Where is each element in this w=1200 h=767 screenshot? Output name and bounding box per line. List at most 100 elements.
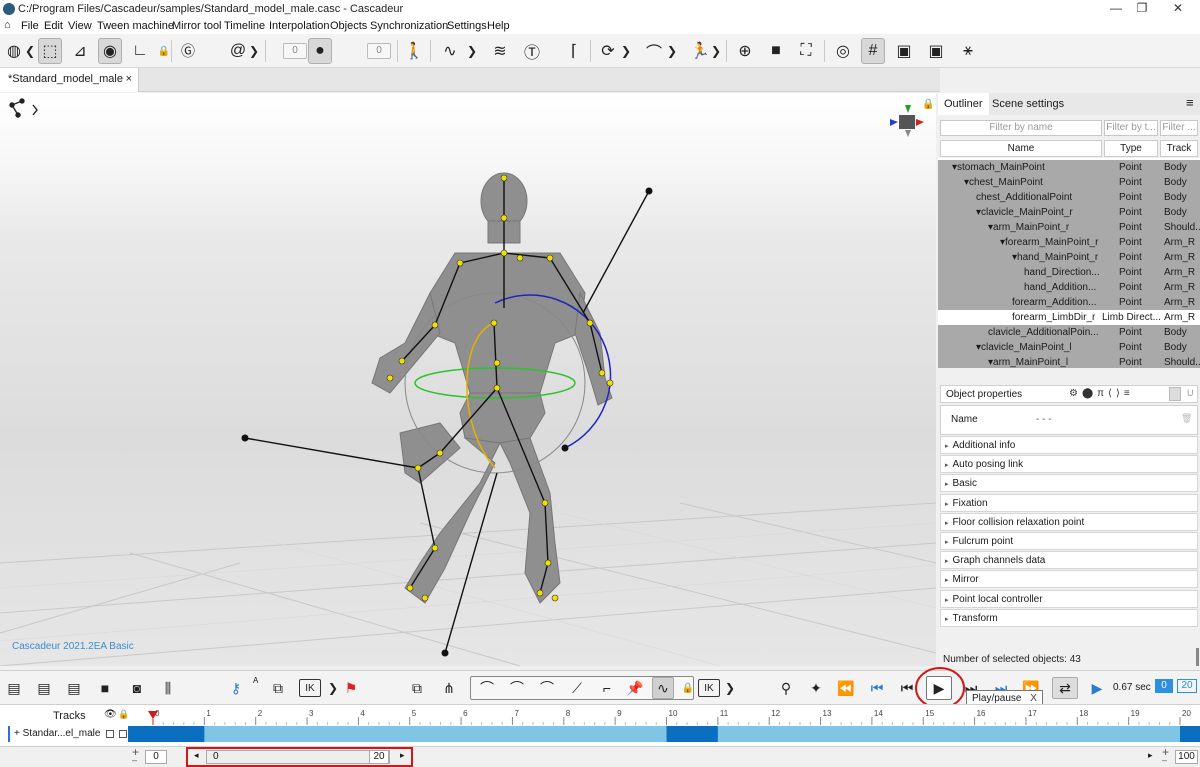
- flag-icon[interactable]: ⚑: [340, 677, 362, 699]
- add-track-icon[interactable]: ▤: [3, 677, 25, 699]
- rect-select-icon[interactable]: ⬚: [38, 38, 62, 64]
- column-name[interactable]: Name: [940, 140, 1102, 157]
- outliner-row[interactable]: chest_AdditionalPoint Point Body: [938, 190, 1200, 205]
- lock-icon[interactable]: 🔒: [152, 38, 176, 64]
- fix-icon[interactable]: ≋: [488, 38, 512, 64]
- outliner-row[interactable]: ▾clavicle_MainPoint_l Point Body: [938, 340, 1200, 355]
- keyframe-block[interactable]: [128, 726, 205, 742]
- range-left-arrow[interactable]: ◂: [194, 750, 199, 761]
- axis-icon[interactable]: ∟: [128, 38, 152, 64]
- zoom-field[interactable]: 100: [1175, 750, 1198, 764]
- range-right-arrow[interactable]: ▸: [400, 750, 405, 761]
- interp-lock-icon[interactable]: 🔒: [677, 677, 699, 699]
- split-icon[interactable]: ⫼: [157, 677, 179, 699]
- track-visibility-checkbox[interactable]: [106, 730, 114, 738]
- menu-settings[interactable]: Settings: [447, 20, 487, 32]
- menu-edit[interactable]: Edit: [44, 20, 63, 32]
- property-section[interactable]: ▸ Auto posing link: [940, 455, 1198, 474]
- jump-icon[interactable]: ⌒: [642, 38, 666, 64]
- menu-view[interactable]: View: [68, 20, 92, 32]
- pin-icon[interactable]: 📌: [624, 677, 646, 699]
- spiral-2-icon[interactable]: ◎: [831, 38, 855, 64]
- pin-star-icon[interactable]: ✦: [805, 677, 827, 699]
- frame-fit-icon[interactable]: ⧉: [267, 677, 289, 699]
- range-end-field[interactable]: 20: [369, 750, 389, 764]
- add-track-2-icon[interactable]: ▤: [33, 677, 55, 699]
- ik-fk-button-2[interactable]: IK: [698, 679, 720, 697]
- loop-icon[interactable]: ⟳: [596, 38, 620, 64]
- zoom-minus-icon[interactable]: –: [1162, 755, 1167, 765]
- property-section[interactable]: ▸ Fulcrum point: [940, 532, 1198, 550]
- 3d-viewport[interactable]: 🔒 Cascadeur 2021.2EA Basic: [0, 93, 936, 666]
- wave-icon[interactable]: ∿: [652, 677, 674, 699]
- menu-tween-machine[interactable]: Tween machine: [97, 20, 174, 32]
- filter-by-type-input[interactable]: Filter by t...: [1104, 120, 1158, 136]
- outliner-row[interactable]: hand_Addition... Point Arm_R: [938, 280, 1200, 295]
- menu-file[interactable]: File: [21, 20, 39, 32]
- menu-help[interactable]: Help: [487, 20, 510, 32]
- tab-outliner[interactable]: Outliner: [938, 93, 989, 115]
- property-filter-icons[interactable]: ⚙⬤π⟨⟩≡: [1069, 388, 1134, 399]
- value-field-left[interactable]: 0: [283, 43, 307, 59]
- text-tool-icon[interactable]: Ⓣ: [520, 38, 544, 64]
- character-pose-icon[interactable]: 🚶: [402, 38, 426, 64]
- unlock-toggle[interactable]: U: [1187, 388, 1194, 398]
- play-from-start-icon[interactable]: ▶: [1086, 677, 1108, 699]
- grid-icon[interactable]: #: [861, 38, 885, 64]
- axis-move-icon[interactable]: ⊿: [68, 38, 92, 64]
- track-name[interactable]: + Standar...el_male: [14, 728, 100, 739]
- property-section[interactable]: ▸ Basic: [940, 474, 1198, 493]
- name-value[interactable]: - - -: [1036, 414, 1052, 425]
- keyframe-block[interactable]: [1180, 726, 1200, 742]
- lock-move-icon[interactable]: ⚲: [775, 677, 797, 699]
- viewport-lock-icon[interactable]: 🔒: [922, 99, 934, 110]
- visibility-icon[interactable]: 👁: [104, 709, 117, 720]
- range-start-field[interactable]: 0: [145, 750, 167, 764]
- skeleton-icon[interactable]: ⚹: [956, 38, 980, 64]
- outliner-row[interactable]: clavicle_AdditionalPoin... Point Body: [938, 325, 1200, 340]
- transform-mode-icon[interactable]: [9, 98, 38, 118]
- property-section[interactable]: ▸ Mirror: [940, 570, 1198, 589]
- splitter-handle[interactable]: [1196, 648, 1199, 666]
- ik-handles[interactable]: [241, 187, 653, 657]
- remove-track-icon[interactable]: ▤: [63, 677, 85, 699]
- filter-by-name-input[interactable]: Filter by name: [940, 120, 1102, 136]
- spiral-icon[interactable]: @: [226, 38, 250, 64]
- restore-button[interactable]: ❐: [1122, 1, 1162, 17]
- end-frame-field[interactable]: 20: [1177, 679, 1197, 693]
- range-minus-icon[interactable]: –: [132, 755, 137, 765]
- filter-by-track-input[interactable]: Filter ...: [1160, 120, 1198, 136]
- current-frame-field[interactable]: 0: [1155, 679, 1173, 693]
- home-icon[interactable]: ⌂: [4, 19, 11, 31]
- bezier-c-icon[interactable]: ⌒: [536, 677, 558, 699]
- chevron-right-icon[interactable]: ❯: [248, 38, 260, 64]
- focus-icon[interactable]: ⛶: [794, 38, 818, 64]
- chevron-right-icon-4[interactable]: ❯: [666, 38, 678, 64]
- zoom-right-arrow[interactable]: ▸: [1148, 750, 1153, 761]
- chevron-right-icon-5[interactable]: ❯: [710, 38, 722, 64]
- chevron-right-icon-7[interactable]: ❯: [719, 677, 741, 699]
- column-track[interactable]: Track: [1160, 140, 1198, 157]
- property-section[interactable]: ▸ Graph channels data: [940, 551, 1198, 570]
- panel-menu-icon[interactable]: ≡: [1180, 93, 1200, 115]
- chevron-right-icon-2[interactable]: ❯: [466, 38, 478, 64]
- close-window-button[interactable]: ✕: [1158, 1, 1198, 17]
- bezier-v-icon[interactable]: ⌒: [506, 677, 528, 699]
- layers-2-icon[interactable]: ▣: [924, 38, 948, 64]
- camera-icon[interactable]: ■: [764, 38, 788, 64]
- global-mode-icon[interactable]: Ⓖ: [176, 38, 200, 64]
- track-lock-checkbox[interactable]: [119, 730, 127, 738]
- outliner-row[interactable]: ▾stomach_MainPoint Point Body: [938, 160, 1200, 175]
- bezier-icon[interactable]: ⌒: [476, 677, 498, 699]
- target-icon[interactable]: ⊕: [733, 38, 757, 64]
- limb-icon[interactable]: ⌈: [562, 38, 586, 64]
- fit-keys-icon[interactable]: ⧉: [406, 677, 428, 699]
- running-man-icon[interactable]: 🏃: [688, 38, 712, 64]
- property-section[interactable]: ▸ Floor collision relaxation point: [940, 512, 1198, 531]
- ik-fk-button[interactable]: IK: [299, 679, 321, 697]
- loop-playback-icon[interactable]: ⇄: [1052, 677, 1078, 699]
- keyframe-block[interactable]: [666, 726, 718, 742]
- interpolation-icon[interactable]: ⋔: [438, 677, 460, 699]
- menu-objects[interactable]: Objects: [330, 20, 367, 32]
- rotate-gizmo-icon[interactable]: ◉: [98, 38, 122, 64]
